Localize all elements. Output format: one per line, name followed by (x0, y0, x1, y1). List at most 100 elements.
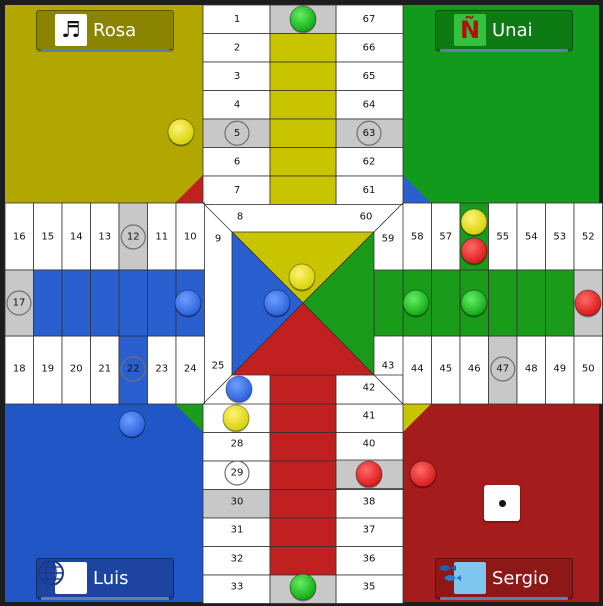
cell-number: 12 (127, 232, 140, 243)
cell-number: 61 (363, 185, 376, 196)
green-piece[interactable] (289, 5, 317, 33)
cell-number: 31 (231, 525, 244, 536)
fish-puzzle-icon (439, 562, 486, 594)
cell-number: 23 (155, 364, 168, 375)
blue-lane-cell (147, 269, 177, 337)
cell-number: 35 (363, 582, 376, 593)
globe-icon (38, 560, 87, 594)
green-piece[interactable] (460, 289, 488, 317)
cell-number: 29 (231, 468, 244, 479)
cell-number: 60 (360, 212, 373, 223)
cell-number: 63 (363, 128, 376, 139)
red-piece[interactable] (460, 237, 488, 265)
blue-piece[interactable] (174, 289, 202, 317)
yellow-piece[interactable] (167, 118, 195, 146)
cell-number: 62 (363, 156, 376, 167)
red-lane-cell (269, 546, 337, 576)
cell-number: 17 (13, 298, 26, 309)
cell-number: 3 (234, 71, 240, 82)
red-lane-cell (269, 460, 337, 490)
cell-number: 13 (98, 232, 111, 243)
green-piece[interactable] (289, 573, 317, 601)
cell-number: 15 (41, 232, 54, 243)
cell-number: 2 (234, 42, 240, 53)
cell-number: 9 (215, 234, 221, 245)
cell-number: 55 (496, 232, 509, 243)
player-name-sergio: Sergio (492, 567, 550, 589)
yellow-piece[interactable] (460, 208, 488, 236)
blue-lane-cell (61, 269, 91, 337)
red-piece[interactable] (409, 460, 437, 488)
cell-number: 45 (439, 364, 452, 375)
cell-number: 37 (363, 525, 376, 536)
yellow-piece[interactable] (288, 263, 316, 291)
cell-number: 52 (582, 232, 595, 243)
cell-number: 5 (234, 128, 240, 139)
cell-number: 54 (525, 232, 538, 243)
blue-lane-cell (118, 269, 148, 337)
cell-number: 7 (234, 185, 240, 196)
cell-number: 64 (363, 99, 376, 110)
cell-number: 30 (231, 497, 244, 508)
cell-number: 40 (363, 439, 376, 450)
red-lane-cell (269, 517, 337, 547)
music-notes-icon: ♬ (55, 14, 87, 46)
red-piece[interactable] (574, 289, 602, 317)
player-label-unai: Ñ Unai (435, 10, 573, 52)
cell-number: 49 (553, 364, 566, 375)
player-name-unai: Unai (492, 19, 533, 41)
yellow-piece[interactable] (222, 404, 250, 432)
player-name-rosa: Rosa (93, 19, 137, 41)
cell-number: 47 (496, 364, 509, 375)
cell-number: 8 (237, 212, 243, 223)
green-piece[interactable] (402, 289, 430, 317)
cell-number: 43 (382, 361, 395, 372)
cell-number: 44 (411, 364, 424, 375)
blue-piece[interactable] (263, 289, 291, 317)
red-lane-cell (269, 432, 337, 462)
yellow-lane-cell (269, 61, 337, 91)
cell-number: 21 (98, 364, 111, 375)
yellow-lane-cell (269, 175, 337, 205)
cell-number: 22 (127, 364, 140, 375)
red-piece[interactable] (355, 460, 383, 488)
player-label-rosa: ♬ Rosa (36, 10, 174, 52)
cell-number: 58 (411, 232, 424, 243)
blue-piece[interactable] (225, 375, 253, 403)
cell-number: 1 (234, 14, 240, 25)
cell-number: 10 (184, 232, 197, 243)
yellow-lane-cell (269, 90, 337, 120)
green-lane-cell (545, 269, 575, 337)
cell-number: 59 (382, 234, 395, 245)
cell-number: 46 (468, 364, 481, 375)
cell-number: 66 (363, 42, 376, 53)
cell-number: 50 (582, 364, 595, 375)
die[interactable] (484, 485, 520, 521)
cell-number: 32 (231, 554, 244, 565)
die-pip (499, 500, 506, 507)
red-lane-cell (269, 374, 337, 405)
player-label-sergio: Sergio (435, 558, 573, 600)
green-lane-cell (488, 269, 518, 337)
cell-number: 67 (363, 14, 376, 25)
cell-number: 48 (525, 364, 538, 375)
blue-lane-cell (90, 269, 120, 337)
parchis-board: 1 67 2 66 3 65 4 64 5 63 6 62 7 61 8 60 42 41 28 40 29 30 38 31… (0, 0, 603, 606)
cell-number: 38 (363, 497, 376, 508)
cell-number: 57 (439, 232, 452, 243)
blue-piece[interactable] (118, 410, 146, 438)
cell-number: 19 (41, 364, 54, 375)
green-lane-cell (431, 269, 461, 337)
cell-number: 25 (212, 361, 225, 372)
cell-number: 16 (13, 232, 26, 243)
cell-number: 28 (231, 439, 244, 450)
green-lane-cell (373, 269, 404, 337)
player-label-luis: Luis (36, 558, 174, 600)
cell-number: 11 (155, 232, 168, 243)
yellow-lane-cell (269, 147, 337, 177)
yellow-lane-cell (269, 33, 337, 63)
cell-number: 14 (70, 232, 83, 243)
blue-lane-cell (33, 269, 63, 337)
cell-number: 6 (234, 156, 240, 167)
letter-enye-icon: Ñ (454, 14, 486, 46)
